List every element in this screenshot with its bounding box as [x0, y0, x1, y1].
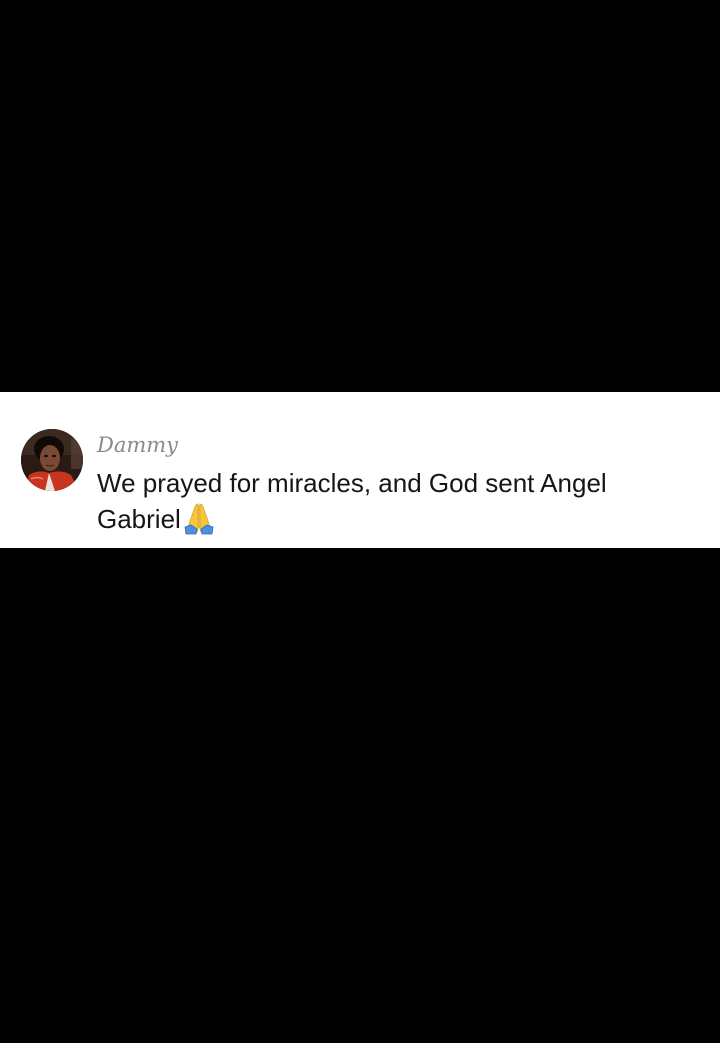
avatar-image: [21, 429, 83, 491]
comment-text-body: We prayed for miracles, and God sent Ang…: [97, 468, 607, 534]
user-avatar[interactable]: [21, 429, 83, 491]
comment-text: We prayed for miracles, and God sent Ang…: [97, 466, 697, 537]
comment-card: Dammy We prayed for miracles, and God se…: [0, 392, 720, 548]
comment-username[interactable]: Dammy: [97, 432, 178, 458]
screen: Dammy We prayed for miracles, and God se…: [0, 0, 720, 1043]
folded-hands-icon: [182, 501, 216, 535]
